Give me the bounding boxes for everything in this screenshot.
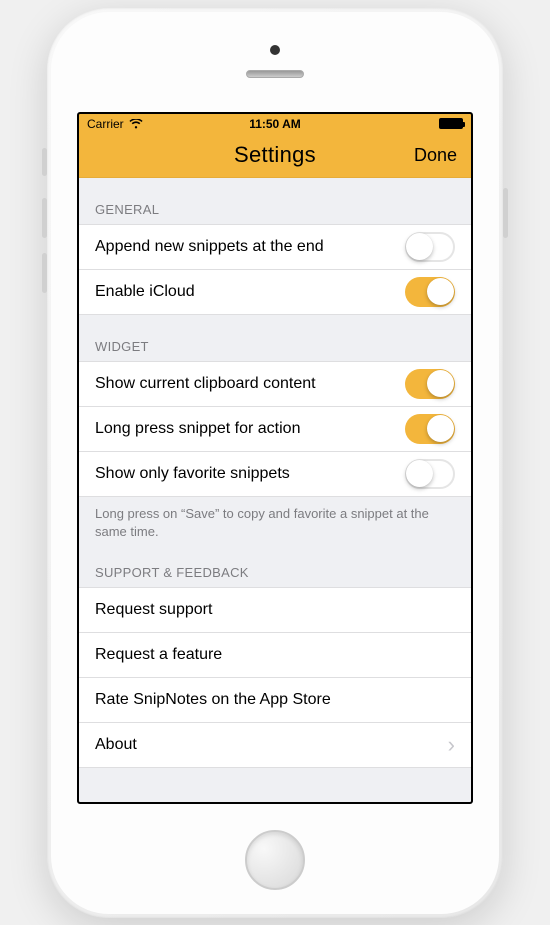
row-label: About — [95, 736, 448, 754]
row-label: Request support — [95, 601, 455, 619]
section-footer-widget: Long press on “Save” to copy and favorit… — [79, 497, 471, 549]
row-show-clipboard: Show current clipboard content — [79, 362, 471, 407]
row-long-press-action: Long press snippet for action — [79, 407, 471, 452]
volume-down-button — [42, 253, 47, 293]
earpiece-speaker — [246, 70, 304, 78]
row-request-feature[interactable]: Request a feature — [79, 633, 471, 678]
wifi-icon — [129, 119, 143, 129]
navigation-bar: Settings Done — [79, 134, 471, 178]
row-about[interactable]: About › — [79, 723, 471, 768]
carrier-label: Carrier — [87, 117, 124, 131]
battery-icon — [439, 118, 463, 129]
row-enable-icloud: Enable iCloud — [79, 270, 471, 315]
chevron-right-icon: › — [448, 732, 455, 758]
front-camera — [270, 45, 280, 55]
page-title: Settings — [234, 142, 316, 168]
toggle-append-snippets[interactable] — [405, 232, 455, 262]
section-header-support: SUPPORT & FEEDBACK — [79, 549, 471, 587]
row-append-snippets: Append new snippets at the end — [79, 225, 471, 270]
section-header-widget: WIDGET — [79, 315, 471, 361]
toggle-enable-icloud[interactable] — [405, 277, 455, 307]
volume-up-button — [42, 198, 47, 238]
iphone-device-frame: Carrier 11:50 AM Settings Done GENERAL — [47, 8, 503, 918]
settings-content[interactable]: GENERAL Append new snippets at the end E… — [79, 178, 471, 802]
toggle-show-clipboard[interactable] — [405, 369, 455, 399]
row-label: Show only favorite snippets — [95, 465, 405, 483]
silent-switch — [42, 148, 47, 176]
screen: Carrier 11:50 AM Settings Done GENERAL — [77, 112, 473, 804]
row-rate-appstore[interactable]: Rate SnipNotes on the App Store — [79, 678, 471, 723]
row-label: Append new snippets at the end — [95, 238, 405, 256]
home-button[interactable] — [245, 830, 305, 890]
row-label: Request a feature — [95, 646, 455, 664]
row-label: Rate SnipNotes on the App Store — [95, 691, 455, 709]
clock-label: 11:50 AM — [249, 117, 301, 131]
row-request-support[interactable]: Request support — [79, 588, 471, 633]
row-label: Show current clipboard content — [95, 375, 405, 393]
done-button[interactable]: Done — [414, 145, 457, 166]
toggle-long-press-action[interactable] — [405, 414, 455, 444]
row-label: Long press snippet for action — [95, 420, 405, 438]
row-label: Enable iCloud — [95, 283, 405, 301]
section-header-general: GENERAL — [79, 178, 471, 224]
toggle-favorite-only[interactable] — [405, 459, 455, 489]
power-button — [503, 188, 508, 238]
status-bar: Carrier 11:50 AM — [79, 114, 471, 134]
row-favorite-only: Show only favorite snippets — [79, 452, 471, 497]
